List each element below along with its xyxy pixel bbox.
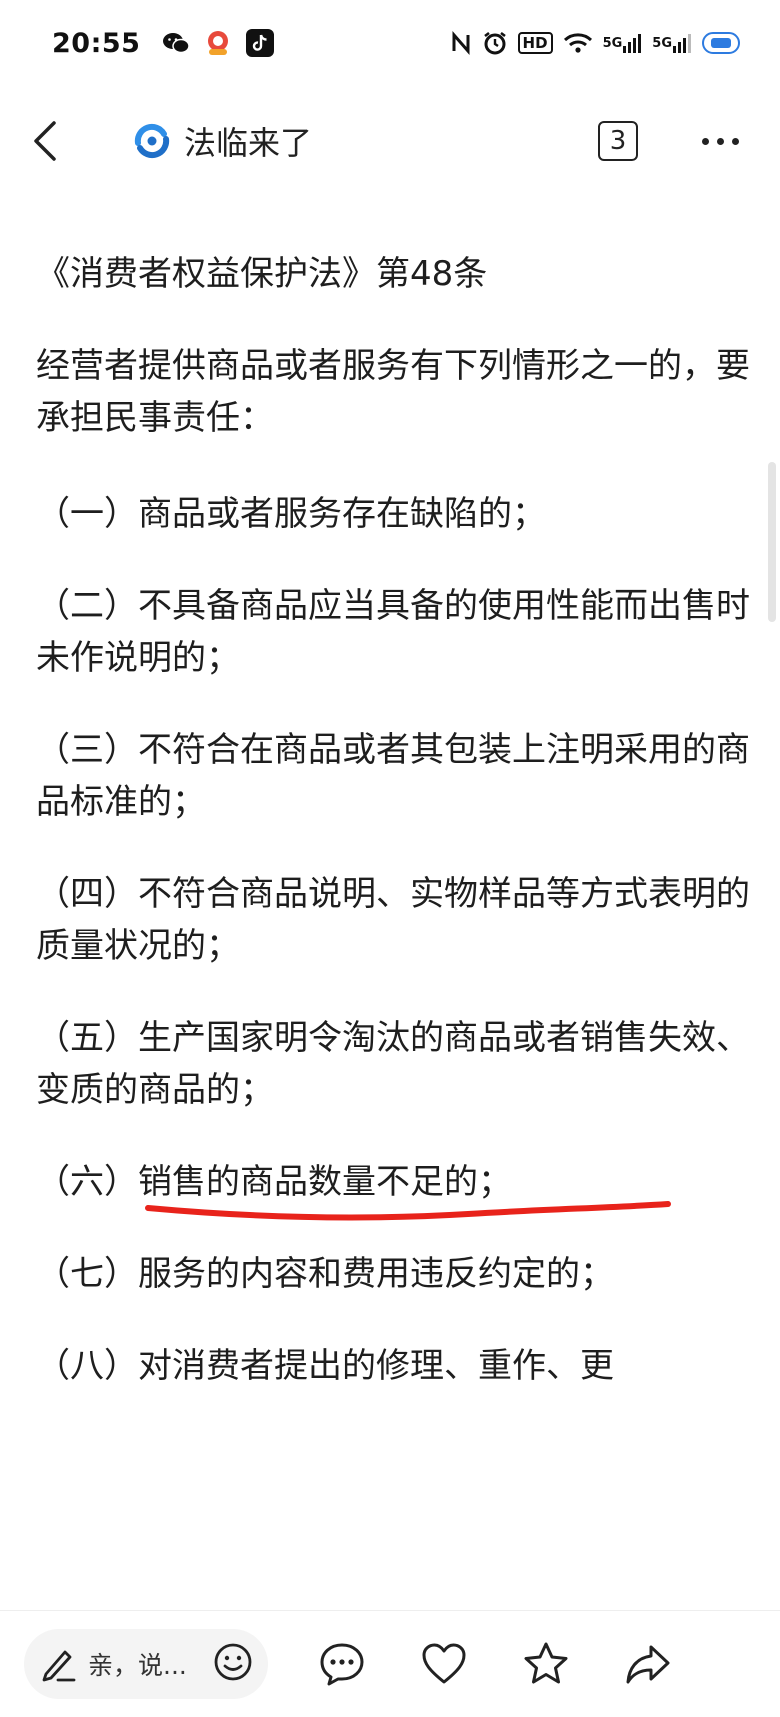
emoji-button[interactable]	[212, 1641, 254, 1687]
signal-2: 5G	[652, 32, 692, 54]
smiley-icon	[214, 1643, 252, 1681]
chevron-left-icon	[34, 121, 56, 161]
heart-icon	[422, 1643, 466, 1684]
dot-icon	[731, 137, 739, 145]
status-app-icons	[162, 29, 275, 57]
status-time: 20:55	[52, 27, 141, 59]
pencil-icon	[42, 1650, 76, 1682]
wifi-icon	[563, 32, 593, 54]
dot-icon	[701, 137, 709, 145]
article-item-7: （七）服务的内容和费用违反约定的；	[36, 1254, 614, 1294]
wechat-icon	[162, 29, 191, 57]
article-title: 《消费者权益保护法》第48条	[36, 254, 488, 294]
scrollbar[interactable]	[768, 462, 776, 622]
page-count-button[interactable]: 3	[598, 121, 638, 161]
back-button[interactable]	[30, 111, 90, 171]
nfc-icon	[450, 31, 472, 55]
network-label-2: 5G	[652, 35, 672, 51]
signal-1: 5G	[603, 32, 643, 54]
battery-icon	[702, 32, 740, 54]
red-underline-annotation	[145, 1201, 671, 1221]
favorite-button[interactable]	[520, 1638, 572, 1690]
alarm-icon	[482, 30, 508, 56]
action-buttons	[316, 1638, 674, 1690]
status-indicators: HD 5G 5G	[450, 30, 740, 56]
like-button[interactable]	[418, 1638, 470, 1690]
article-item-1: （一）商品或者服务存在缺陷的；	[36, 494, 546, 534]
star-icon	[524, 1642, 568, 1684]
page: 20:55 HD 5G 5G 法临来了 3 《消费者权益保护法》第48条 经营者…	[0, 0, 780, 1717]
comment-button[interactable]	[316, 1638, 368, 1690]
hd-badge: HD	[517, 32, 553, 54]
network-label-1: 5G	[602, 35, 623, 51]
article-intro: 经营者提供商品或者服务有下列情形之一的，要承担民事责任：	[36, 346, 750, 438]
article-item-4: （四）不符合商品说明、实物样品等方式表明的质量状况的；	[36, 874, 750, 966]
channel-logo-icon	[134, 123, 170, 159]
tiktok-icon	[246, 29, 275, 57]
article-item-5: （五）生产国家明令淘汰的商品或者销售失效、变质的商品的；	[36, 1018, 750, 1110]
more-options-button[interactable]	[690, 111, 750, 171]
comment-icon	[320, 1643, 364, 1686]
share-button[interactable]	[622, 1638, 674, 1690]
bottom-action-bar: 亲，说...	[0, 1610, 780, 1717]
comment-placeholder: 亲，说...	[88, 1651, 187, 1680]
app-badge-icon	[204, 29, 232, 57]
share-icon	[626, 1645, 670, 1684]
status-bar: 20:55 HD 5G 5G	[0, 0, 780, 86]
article-item-2: （二）不具备商品应当具备的使用性能而出售时未作说明的；	[36, 586, 750, 678]
header: 法临来了 3	[0, 86, 780, 196]
dot-icon	[716, 137, 724, 145]
article-body: 《消费者权益保护法》第48条 经营者提供商品或者服务有下列情形之一的，要承担民事…	[36, 248, 754, 1432]
page-count: 3	[609, 126, 627, 156]
article-item-6: （六）销售的商品数量不足的；	[36, 1156, 754, 1221]
article-item-3: （三）不符合在商品或者其包装上注明采用的商品标准的；	[36, 730, 750, 822]
highlighted-text: 销售的商品数量不足的；	[138, 1156, 671, 1221]
comment-input[interactable]: 亲，说...	[24, 1629, 268, 1699]
article-item-6-prefix: （六）	[36, 1162, 138, 1202]
channel-name[interactable]: 法临来了	[184, 118, 312, 164]
article-item-8: （八）对消费者提出的修理、重作、更	[36, 1346, 614, 1386]
